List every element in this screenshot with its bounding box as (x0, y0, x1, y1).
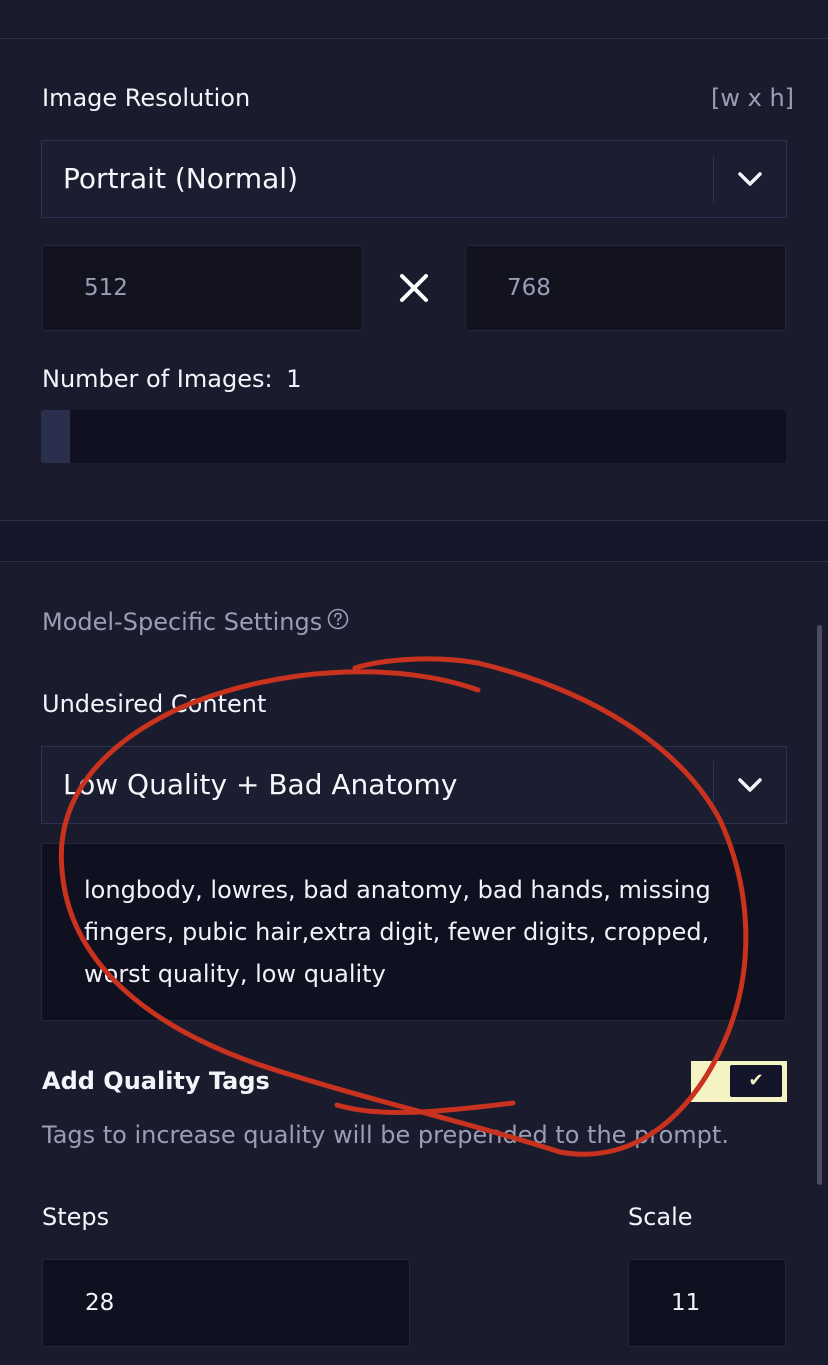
scale-label: Scale (628, 1203, 693, 1231)
resolution-format-hint: [w x h] (711, 84, 795, 112)
close-icon (400, 274, 428, 302)
select-divider (713, 155, 714, 203)
images-slider-track[interactable] (41, 410, 786, 463)
height-input[interactable]: 768 (465, 245, 786, 331)
images-slider-thumb[interactable] (41, 410, 70, 463)
scale-value: 11 (671, 1290, 701, 1316)
steps-input[interactable]: 28 (42, 1259, 410, 1347)
undesired-content-value: Low Quality + Bad Anatomy (63, 768, 458, 801)
question-circle-icon[interactable] (327, 608, 349, 630)
add-quality-tags-label: Add Quality Tags (42, 1067, 270, 1095)
quality-tags-description: Tags to increase quality will be prepend… (42, 1121, 729, 1149)
resolution-preset-select[interactable]: Portrait (Normal) (41, 140, 787, 218)
steps-label: Steps (42, 1203, 110, 1231)
undesired-content-label: Undesired Content (42, 690, 267, 718)
resolution-preset-value: Portrait (Normal) (63, 162, 298, 195)
steps-value: 28 (85, 1290, 115, 1316)
panel-gap (0, 521, 828, 561)
select-divider (713, 761, 714, 809)
chevron-down-icon (738, 172, 762, 186)
width-input[interactable]: 512 (42, 245, 363, 331)
chevron-down-icon (738, 778, 762, 792)
height-value: 768 (507, 275, 551, 301)
quality-tags-toggle[interactable]: ✔ (691, 1061, 787, 1102)
undesired-content-textarea[interactable]: longbody, lowres, bad anatomy, bad hands… (41, 843, 786, 1021)
number-of-images-text: Number of Images: (42, 365, 273, 393)
model-settings-title: Model-Specific Settings (42, 608, 323, 636)
image-resolution-label: Image Resolution (42, 84, 251, 112)
scale-input[interactable]: 11 (628, 1259, 786, 1347)
scrollbar[interactable] (817, 625, 822, 1185)
number-of-images-label: Number of Images: 1 (42, 365, 301, 393)
number-of-images-count: 1 (286, 365, 302, 393)
settings-page: Image Resolution [w x h] Portrait (Norma… (0, 0, 828, 1365)
check-icon: ✔ (730, 1065, 782, 1097)
width-value: 512 (84, 275, 128, 301)
undesired-content-select[interactable]: Low Quality + Bad Anatomy (41, 746, 787, 824)
